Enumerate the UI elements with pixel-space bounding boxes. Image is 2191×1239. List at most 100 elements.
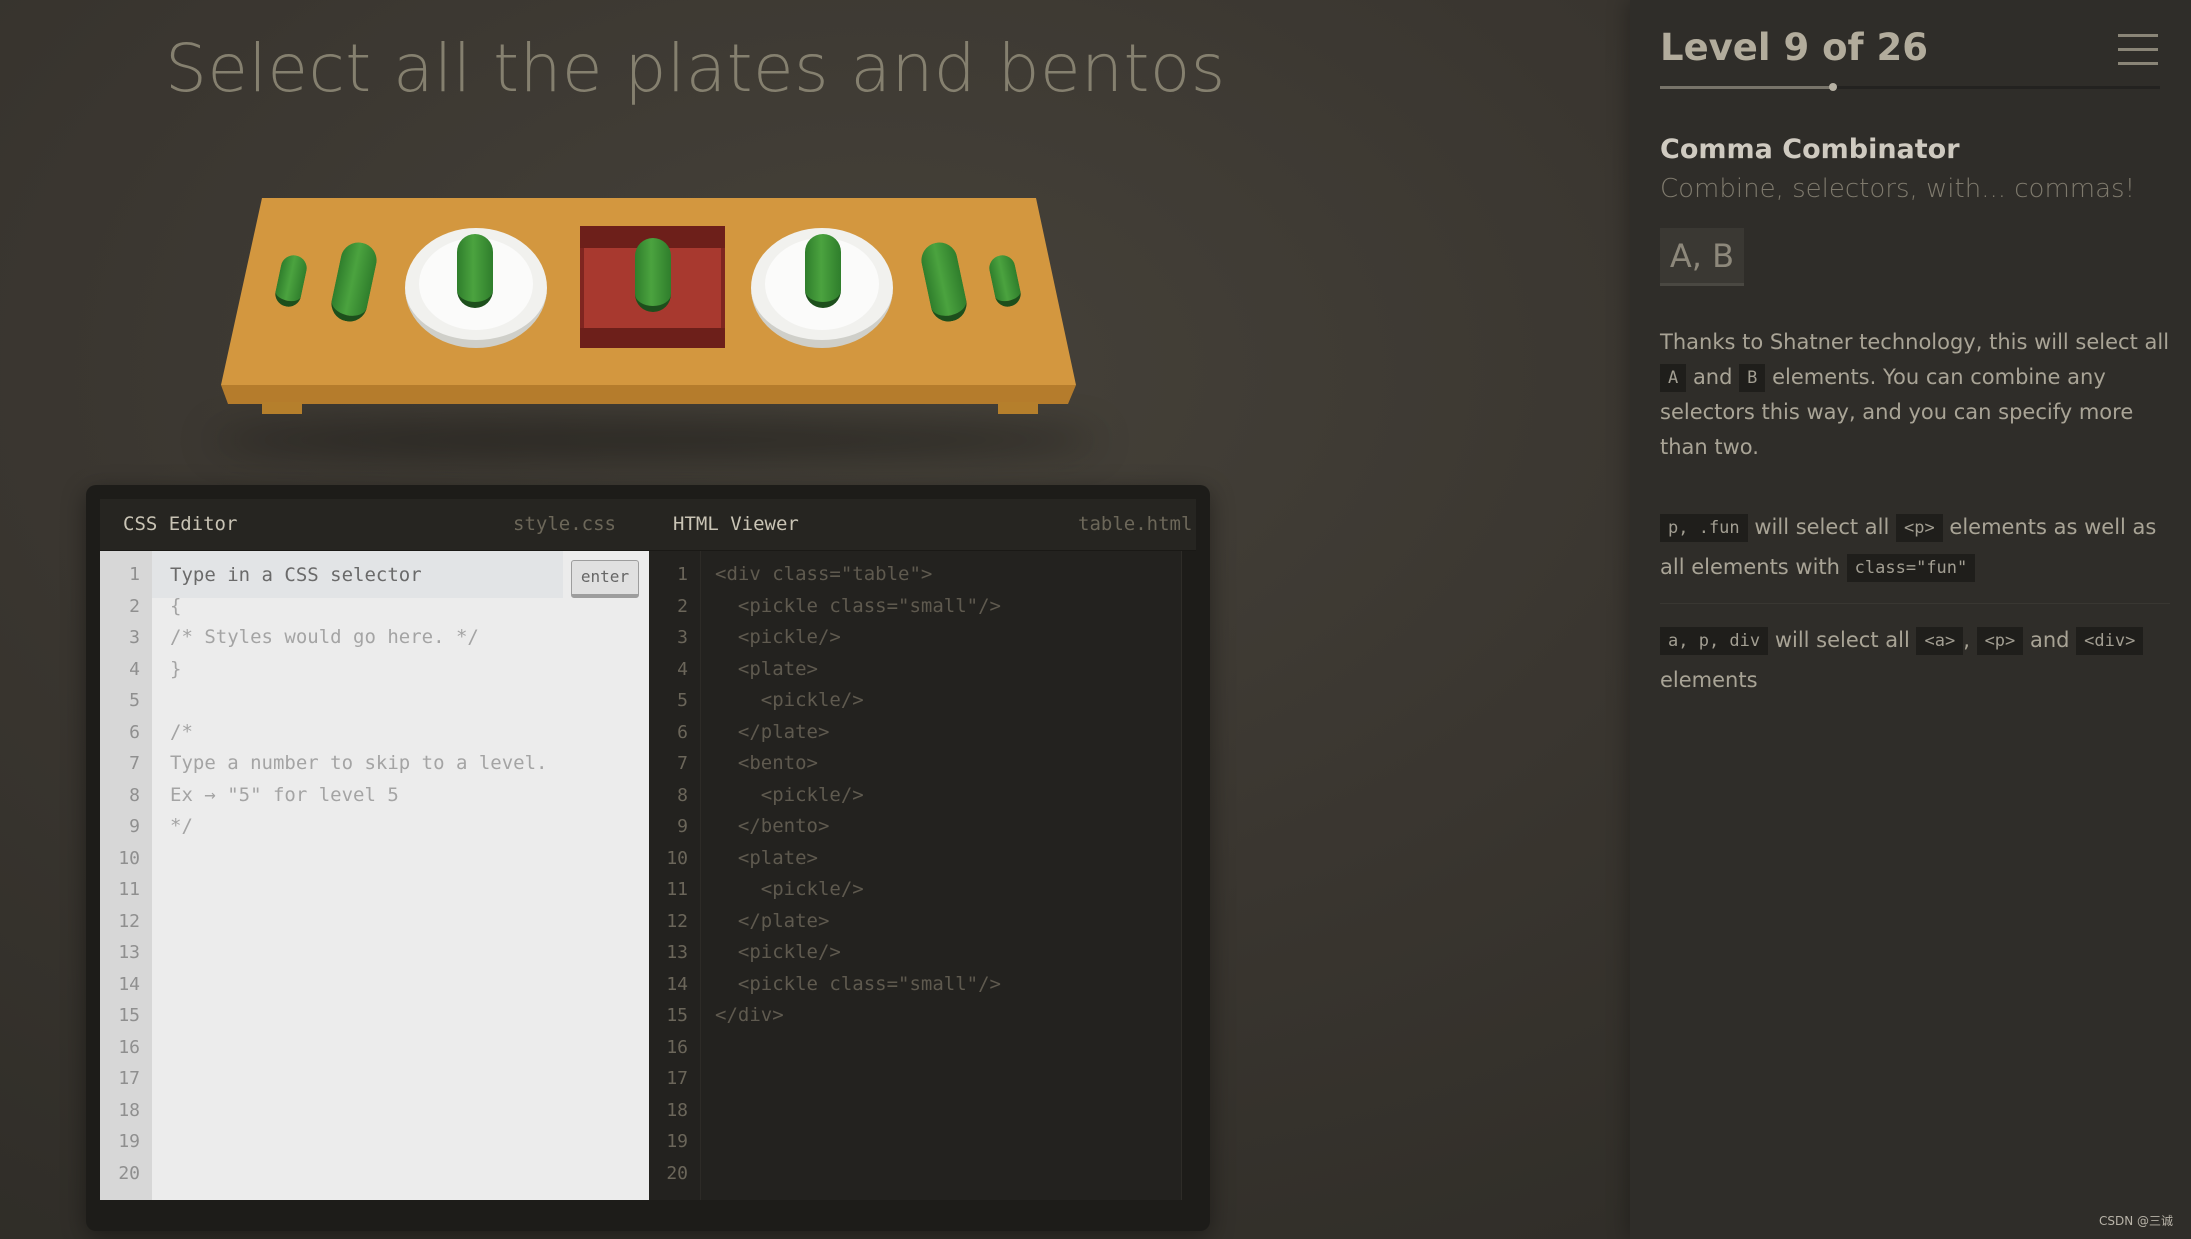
line-number: 10 (666, 847, 688, 869)
level-sidebar: Level 9 of 26 Comma Combinator Combine, … (1630, 0, 2191, 1239)
css-code-line: /* (170, 720, 193, 743)
line-number: 16 (666, 1036, 688, 1058)
html-code-line: <div class="table"> (715, 563, 933, 585)
line-number: 19 (118, 1131, 140, 1152)
line-number: 13 (118, 942, 140, 963)
hint-tag-b: B (1739, 364, 1766, 392)
css-code-line: { (170, 594, 182, 617)
pickle[interactable] (457, 234, 493, 308)
css-code-line: */ (170, 815, 193, 837)
line-number: 13 (666, 942, 688, 963)
example-1-code-2: class="fun" (1846, 554, 1976, 582)
line-number: 5 (129, 690, 140, 711)
line-number: 11 (666, 879, 688, 900)
line-number: 4 (129, 658, 140, 680)
line-number: 10 (118, 847, 140, 869)
css-code-line: Ex → "5" for level 5 (170, 783, 399, 806)
table-shadow (210, 420, 1100, 460)
example-2-tag-div: <div> (2076, 627, 2144, 655)
css-editor-pane: 1234567891011121314151617181920 enter {/… (100, 551, 649, 1200)
line-number: 5 (677, 690, 688, 711)
level-progress-fill (1660, 86, 1834, 89)
css-input-row (152, 551, 563, 598)
line-number: 14 (666, 973, 688, 995)
example-2-and: and (2029, 628, 2070, 652)
html-code-line: </plate> (715, 720, 830, 743)
line-number: 8 (677, 784, 688, 806)
example-2-comma: , (1963, 628, 1970, 652)
line-number: 6 (677, 721, 688, 743)
line-number: 9 (677, 816, 688, 837)
line-number: 16 (118, 1036, 140, 1058)
selector-syntax: A, B (1660, 228, 1744, 286)
line-number: 3 (677, 627, 688, 648)
html-code-line: <pickle/> (715, 878, 864, 900)
line-number: 15 (666, 1005, 688, 1026)
html-code-line: <pickle/> (715, 689, 864, 711)
line-number: 7 (129, 753, 140, 774)
example-divider (1660, 603, 2170, 604)
html-code-line: <pickle/> (715, 783, 864, 806)
level-progress-marker (1829, 83, 1838, 91)
line-number: 8 (129, 784, 140, 806)
example-2-text-2: elements (1660, 668, 1758, 692)
plate[interactable] (405, 228, 547, 348)
line-number: 7 (677, 753, 688, 774)
line-number: 14 (118, 973, 140, 995)
bento[interactable] (580, 226, 725, 348)
enter-button[interactable]: enter (571, 560, 639, 598)
line-number: 12 (666, 910, 688, 932)
line-number: 18 (118, 1099, 140, 1121)
plate[interactable] (751, 228, 893, 348)
example-2-tag-p: <p> (1976, 627, 2024, 655)
line-number: 9 (129, 816, 140, 837)
table-leg-right (998, 402, 1038, 414)
hint-and: and (1692, 365, 1733, 389)
example-2-tag-a: <a> (1916, 627, 1964, 655)
example-1: p, .fun will select all <p> elements as … (1660, 507, 2170, 587)
html-code-line: </bento> (715, 815, 830, 837)
line-number: 15 (118, 1005, 140, 1026)
line-number: 4 (677, 658, 688, 680)
css-editor-title: CSS Editor (123, 513, 238, 535)
pickle[interactable] (805, 234, 841, 308)
level-header: Level 9 of 26 (1660, 26, 1928, 69)
line-number: 17 (666, 1068, 688, 1089)
line-number: 1 (129, 564, 140, 585)
hamburger-menu-icon[interactable] (2118, 34, 2158, 66)
html-code-line: <plate> (715, 657, 818, 680)
line-number: 18 (666, 1099, 688, 1121)
example-2: a, p, div will select all <a>, <p> and <… (1660, 620, 2170, 700)
css-line-numbers: 1 2 3 4 5 6 7 8 9 10 11 12 13 14 15 16 17 18 19 20 (100, 551, 152, 1200)
line-number: 1 (677, 564, 688, 585)
css-code-line: Type a number to skip to a level. (170, 752, 548, 774)
editor-header: CSS Editor style.css HTML Viewer table.h… (100, 499, 1196, 551)
bento-base (580, 328, 725, 348)
line-number: 20 (118, 1162, 140, 1184)
line-number: 2 (677, 595, 688, 617)
example-1-code: p, .fun (1660, 514, 1748, 542)
html-code-line: </div> (715, 1004, 784, 1026)
example-2-code: a, p, div (1660, 627, 1769, 655)
line-number: 11 (118, 879, 140, 900)
html-code-line: <pickle/> (715, 941, 841, 963)
html-code-line: </plate> (715, 909, 830, 932)
example-2-text-1: will select all (1774, 628, 1910, 652)
table-scene (200, 180, 1100, 470)
game-area: Select all the plates and bentos CSS Edi… (0, 0, 1630, 1239)
html-code-line: <pickle class="small"/> (715, 594, 1001, 617)
html-viewer-title: HTML Viewer (673, 513, 799, 535)
css-code-line: } (170, 657, 182, 680)
level-instruction: Select all the plates and bentos (165, 30, 1226, 107)
code-editor: CSS Editor style.css HTML Viewer table.h… (86, 485, 1210, 1231)
line-number: 20 (666, 1162, 688, 1184)
html-code-line: <pickle/> (715, 626, 841, 648)
pickle[interactable] (635, 238, 671, 312)
css-selector-input[interactable] (170, 559, 550, 590)
html-code-line: <pickle class="small"/> (715, 972, 1001, 995)
line-number: 3 (129, 627, 140, 648)
level-progress-bar (1660, 83, 2160, 91)
hint-tag-a: A (1660, 364, 1687, 392)
html-line-numbers: 1 2 3 4 5 6 7 8 9 10 11 12 13 14 15 16 17 18 19 20 (649, 551, 701, 1200)
table-leg-left (262, 402, 302, 414)
